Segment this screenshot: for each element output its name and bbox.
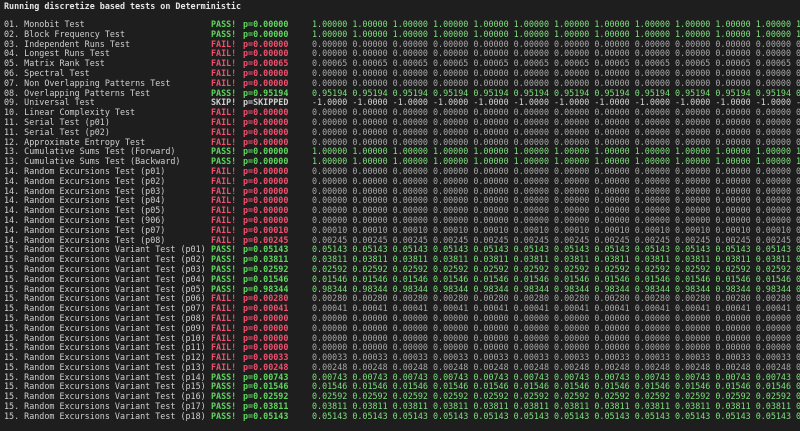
test-result-row: 15. Random Excursions Variant Test (p18)… [4,410,800,422]
test-p-value: p=0.05143 [243,410,289,421]
test-name: 15. Random Excursions Variant Test (p18) [4,410,206,421]
test-status: PASS! [211,410,237,421]
run-header: Running discretize based tests on Determ… [4,1,241,11]
test-values: 0.05143 0.05143 0.05143 0.05143 0.05143 … [312,410,800,421]
terminal-output[interactable]: Running discretize based tests on Determ… [0,0,800,431]
test-results-list: 01. Monobit Test PASS! p=0.00000 1.00000 1.… [4,19,800,422]
